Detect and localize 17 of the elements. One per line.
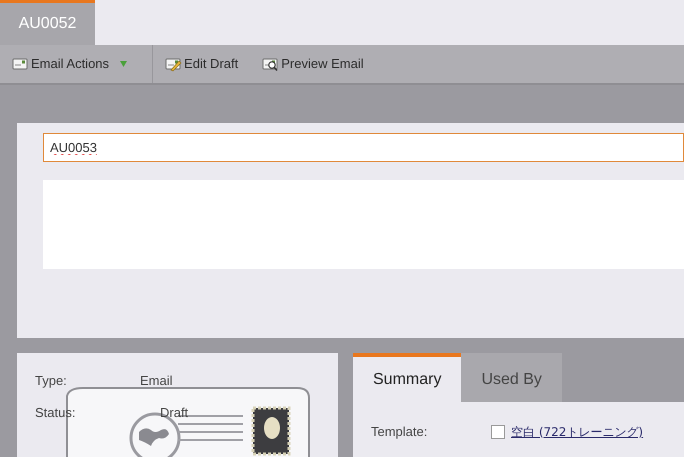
template-link[interactable]: 空白 (722トレーニング) — [511, 422, 644, 441]
field-label: Type: — [35, 372, 68, 390]
toolbar-button[interactable]: Preview Email — [250, 54, 376, 74]
field-value: Draft — [159, 404, 188, 422]
email-actions-menu[interactable]: Email Actions — [0, 54, 140, 74]
edit-icon — [165, 56, 182, 72]
field-value: Email — [140, 372, 173, 390]
magnifier-icon — [262, 56, 280, 72]
dropdown-arrow-icon — [119, 60, 128, 68]
field-label: Status: — [35, 404, 76, 422]
toolbar-button[interactable]: Edit Draft — [153, 54, 250, 74]
template-checkbox[interactable] — [491, 424, 505, 439]
summary-tab[interactable]: Used By — [461, 353, 562, 402]
email-icon — [12, 56, 29, 72]
template-label: Template: — [371, 423, 428, 441]
summary-tab[interactable]: Summary — [353, 353, 462, 402]
name-field[interactable]: AU0053 — [43, 133, 684, 162]
